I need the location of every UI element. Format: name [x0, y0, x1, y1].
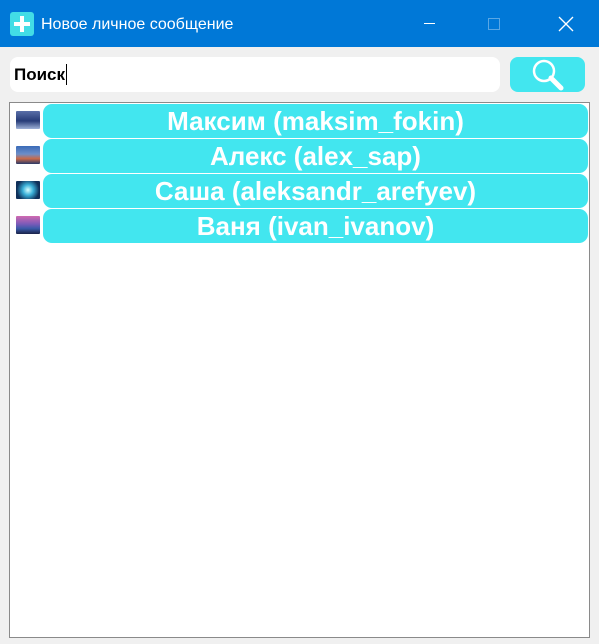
minimize-button[interactable]: [406, 0, 452, 47]
close-icon: [558, 16, 574, 32]
search-button[interactable]: [510, 57, 585, 92]
close-button[interactable]: [542, 0, 588, 47]
contact-button[interactable]: Саша (aleksandr_arefyev): [43, 174, 588, 208]
avatar: [16, 181, 40, 199]
list-item[interactable]: Саша (aleksandr_arefyev): [14, 173, 588, 208]
contact-button[interactable]: Алекс (alex_sap): [43, 139, 588, 173]
maximize-button[interactable]: [472, 0, 518, 47]
window-title: Новое личное сообщение: [41, 16, 234, 33]
avatar: [16, 216, 40, 234]
contact-button[interactable]: Ваня (ivan_ivanov): [43, 209, 588, 243]
list-item[interactable]: Максим (maksim_fokin): [14, 103, 588, 138]
minimize-icon: [424, 23, 435, 24]
app-plus-icon: [10, 12, 34, 36]
text-cursor: [66, 64, 68, 85]
avatar: [16, 146, 40, 164]
contact-list[interactable]: Максим (maksim_fokin) Алекс (alex_sap) С…: [9, 102, 590, 638]
list-item[interactable]: Ваня (ivan_ivanov): [14, 208, 588, 243]
search-icon: [532, 59, 564, 91]
avatar: [16, 111, 40, 129]
search-input[interactable]: Поиск: [10, 57, 500, 92]
search-input-value: Поиск: [14, 64, 66, 84]
contact-button[interactable]: Максим (maksim_fokin): [43, 104, 588, 138]
list-item[interactable]: Алекс (alex_sap): [14, 138, 588, 173]
title-bar[interactable]: Новое личное сообщение: [0, 0, 599, 47]
maximize-icon: [488, 18, 500, 30]
